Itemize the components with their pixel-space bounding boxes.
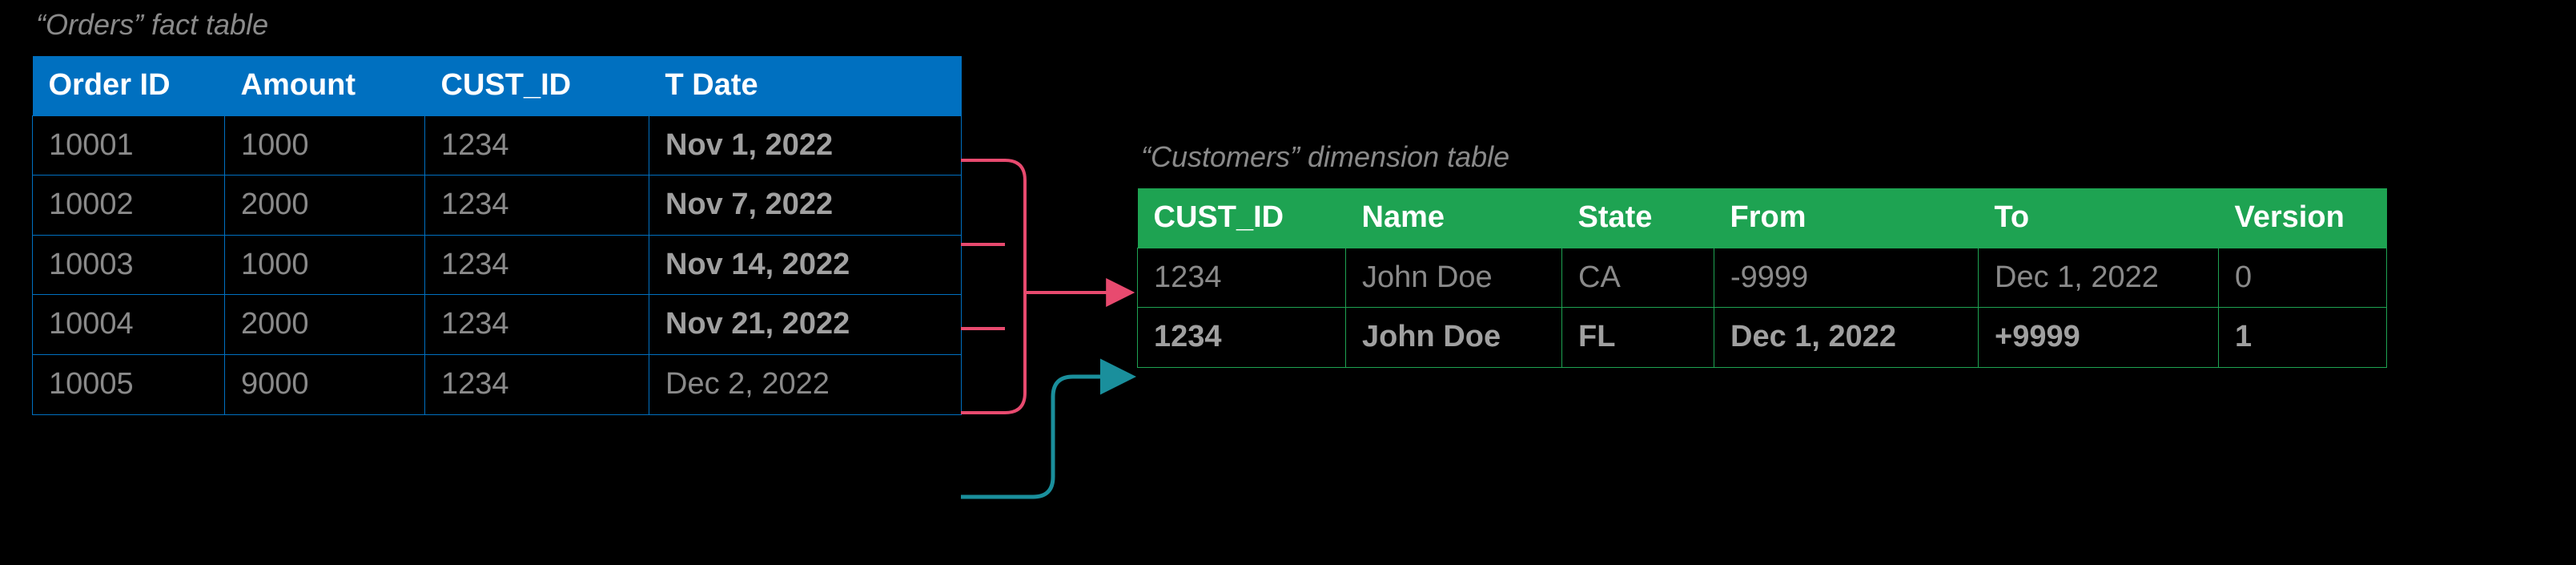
cell-version: 0 (2219, 248, 2387, 308)
table-row: 10005 9000 1234 Dec 2, 2022 (33, 354, 962, 414)
customers-h-version: Version (2219, 188, 2387, 248)
cell-custid: 1234 (425, 115, 649, 176)
table-row: 10004 2000 1234 Nov 21, 2022 (33, 295, 962, 355)
cell-from: Dec 1, 2022 (1714, 308, 1979, 368)
cell-amount: 9000 (225, 354, 425, 414)
customers-table: CUST_ID Name State From To Version 1234 … (1137, 188, 2387, 368)
cell-custid: 1234 (425, 176, 649, 236)
cell-to: Dec 1, 2022 (1979, 248, 2219, 308)
cell-amount: 2000 (225, 295, 425, 355)
orders-h-orderid: Order ID (33, 56, 225, 115)
cell-orderid: 10005 (33, 354, 225, 414)
cell-tdate: Dec 2, 2022 (649, 354, 962, 414)
cell-custid: 1234 (425, 295, 649, 355)
cell-amount: 1000 (225, 115, 425, 176)
orders-caption: “Orders” fact table (36, 8, 268, 42)
customers-h-to: To (1979, 188, 2219, 248)
table-row: 10002 2000 1234 Nov 7, 2022 (33, 176, 962, 236)
cell-state: FL (1562, 308, 1714, 368)
cell-state: CA (1562, 248, 1714, 308)
cell-custid: 1234 (425, 235, 649, 295)
cell-name: John Doe (1346, 248, 1562, 308)
table-row: 10003 1000 1234 Nov 14, 2022 (33, 235, 962, 295)
cell-to: +9999 (1979, 308, 2219, 368)
customers-h-name: Name (1346, 188, 1562, 248)
cell-custid: 1234 (1138, 308, 1346, 368)
connector-red-icon (961, 148, 1145, 453)
customers-header-row: CUST_ID Name State From To Version (1138, 188, 2387, 248)
table-row: 1234 John Doe FL Dec 1, 2022 +9999 1 (1138, 308, 2387, 368)
customers-caption: “Customers” dimension table (1141, 140, 1509, 174)
orders-table: Order ID Amount CUST_ID T Date 10001 100… (32, 56, 962, 415)
customers-h-custid: CUST_ID (1138, 188, 1346, 248)
cell-tdate: Nov 7, 2022 (649, 176, 962, 236)
orders-header-row: Order ID Amount CUST_ID T Date (33, 56, 962, 115)
cell-tdate: Nov 14, 2022 (649, 235, 962, 295)
customers-h-from: From (1714, 188, 1979, 248)
cell-from: -9999 (1714, 248, 1979, 308)
table-row: 1234 John Doe CA -9999 Dec 1, 2022 0 (1138, 248, 2387, 308)
cell-custid: 1234 (1138, 248, 1346, 308)
customers-h-state: State (1562, 188, 1714, 248)
cell-version: 1 (2219, 308, 2387, 368)
cell-amount: 1000 (225, 235, 425, 295)
table-row: 10001 1000 1234 Nov 1, 2022 (33, 115, 962, 176)
cell-custid: 1234 (425, 354, 649, 414)
orders-h-custid: CUST_ID (425, 56, 649, 115)
cell-name: John Doe (1346, 308, 1562, 368)
cell-orderid: 10001 (33, 115, 225, 176)
cell-orderid: 10002 (33, 176, 225, 236)
orders-h-tdate: T Date (649, 56, 962, 115)
connector-teal-icon (961, 369, 1145, 545)
cell-orderid: 10003 (33, 235, 225, 295)
orders-h-amount: Amount (225, 56, 425, 115)
cell-tdate: Nov 1, 2022 (649, 115, 962, 176)
cell-amount: 2000 (225, 176, 425, 236)
cell-tdate: Nov 21, 2022 (649, 295, 962, 355)
cell-orderid: 10004 (33, 295, 225, 355)
